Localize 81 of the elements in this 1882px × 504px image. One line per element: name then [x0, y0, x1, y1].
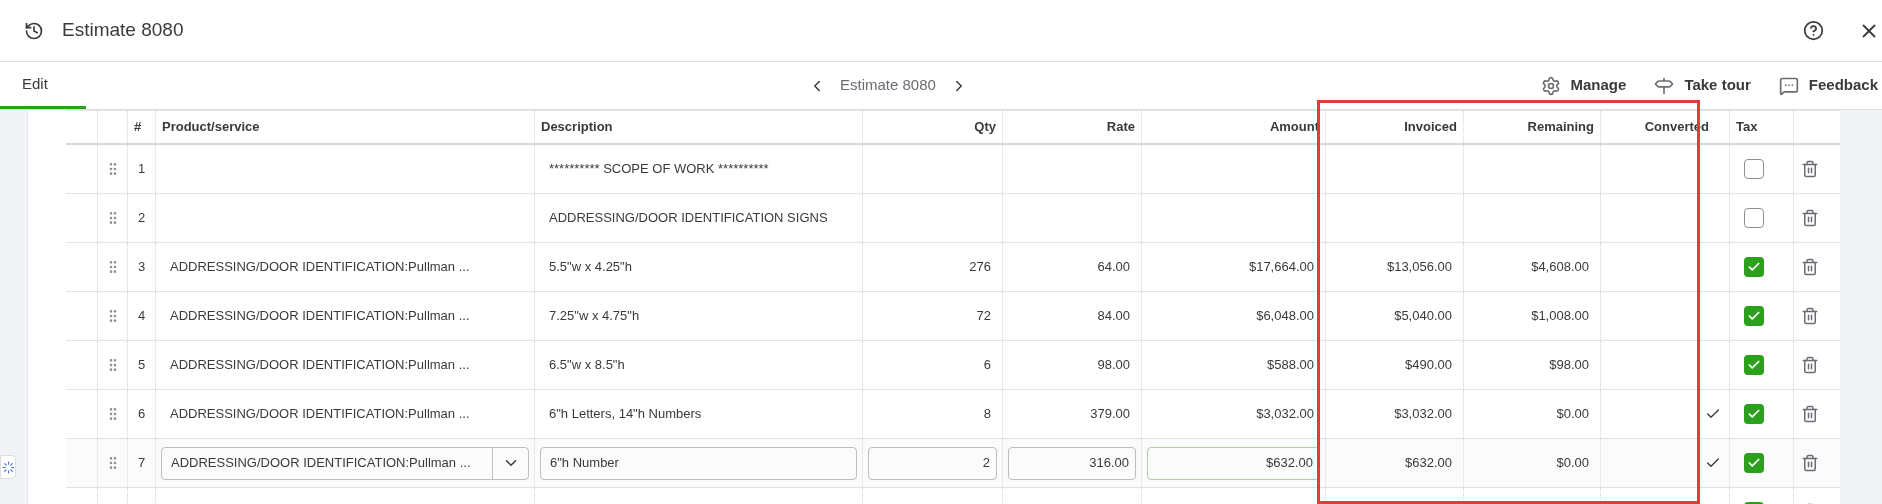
table-cell-text: $0.00 [1556, 454, 1589, 473]
table-cell-text: $6,048.00 [1255, 307, 1315, 326]
column-header: # [134, 118, 142, 137]
checkmark-icon [1747, 456, 1761, 470]
line-number: 6 [137, 405, 146, 424]
tax-checkbox[interactable] [1744, 257, 1764, 277]
table-cell-text: 6 [982, 356, 992, 375]
description-field[interactable]: 6"h Number [540, 446, 857, 480]
table-cell-text: $0.00 [1556, 405, 1589, 424]
line-number: 3 [137, 258, 146, 277]
checkmark-icon [1747, 309, 1761, 323]
table-cell-text: ADDRESSING/DOOR IDENTIFICATION:Pullman ... [169, 307, 471, 326]
estimate-nav-label: Estimate 8080 [840, 75, 936, 96]
table-cell-text: ADDRESSING/DOOR IDENTIFICATION:Pullman ... [169, 356, 471, 375]
delete-icon[interactable] [1801, 356, 1819, 374]
column-header: Description [541, 118, 613, 137]
toolbar-button[interactable]: Take tour [1654, 74, 1751, 97]
table-cell-text: $17,664.00 [1247, 258, 1315, 277]
help-icon[interactable] [1803, 20, 1824, 41]
line-number: 5 [137, 356, 146, 375]
line-number: 2 [137, 209, 146, 228]
qty-field[interactable]: 2 [868, 446, 997, 480]
table-cell-text: $490.00 [1405, 356, 1452, 375]
table-cell-text: $588.00 [1266, 356, 1315, 375]
table-cell-text: $3,032.00 [1255, 405, 1315, 424]
line-number: 4 [137, 307, 146, 326]
table-cell-text: 64.00 [1096, 258, 1131, 277]
table-cell-text: 276 [968, 258, 992, 277]
table-cell-text: ADDRESSING/DOOR IDENTIFICATION SIGNS [548, 209, 829, 228]
signpost-icon [1654, 75, 1675, 96]
window-title: Estimate 8080 [62, 18, 184, 43]
history-icon[interactable] [24, 20, 44, 41]
delete-icon[interactable] [1801, 209, 1819, 227]
burst-icon[interactable] [1, 460, 15, 474]
table-cell-text: 7.25"w x 4.75"h [548, 307, 641, 326]
table-cell-text: $4,608.00 [1531, 258, 1589, 277]
table-cell-text: 379.00 [1089, 405, 1131, 424]
tax-checkbox[interactable] [1744, 208, 1764, 228]
table-cell-text: 98.00 [1096, 356, 1131, 375]
delete-icon[interactable] [1801, 258, 1819, 276]
line-number: 7 [137, 454, 146, 473]
table-cell-text: $1,008.00 [1531, 307, 1589, 326]
toolbar-button[interactable]: Manage [1540, 74, 1627, 97]
checkmark-icon [1747, 358, 1761, 372]
delete-icon[interactable] [1801, 307, 1819, 325]
rate-field[interactable]: 316.00 [1008, 446, 1136, 480]
table-cell-text: $3,032.00 [1394, 405, 1452, 424]
tax-checkbox[interactable] [1744, 306, 1764, 326]
column-header: Product/service [162, 118, 260, 137]
product-select[interactable]: ADDRESSING/DOOR IDENTIFICATION:Pullman ... [161, 446, 529, 480]
table-cell-text: ADDRESSING/DOOR IDENTIFICATION:Pullman ... [169, 258, 471, 277]
delete-icon[interactable] [1801, 454, 1819, 472]
column-header: Qty [974, 118, 996, 137]
table-cell-text: ADDRESSING/DOOR IDENTIFICATION:Pullman ... [169, 405, 471, 424]
table-cell-text: 6"h Letters, 14"h Numbers [548, 405, 703, 424]
tax-checkbox[interactable] [1744, 453, 1764, 473]
table-cell-text: $13,056.00 [1386, 258, 1452, 277]
delete-icon[interactable] [1801, 405, 1819, 423]
column-header: Remaining [1527, 118, 1594, 137]
table-cell-text: 84.00 [1096, 307, 1131, 326]
column-header: Tax [1736, 118, 1758, 137]
checkmark-icon [1747, 260, 1761, 274]
delete-icon[interactable] [1801, 160, 1819, 178]
tax-checkbox[interactable] [1744, 355, 1764, 375]
table-cell-text: 72 [975, 307, 992, 326]
settings-icon [1540, 75, 1561, 96]
chat-bubble-icon [1778, 75, 1799, 96]
table-cell-text: $98.00 [1549, 356, 1589, 375]
checkmark-icon [1747, 407, 1761, 421]
tax-checkbox[interactable] [1744, 159, 1764, 179]
toolbar-button[interactable]: Feedback [1778, 74, 1878, 97]
table-cell-text: ********** SCOPE OF WORK ********** [548, 160, 770, 179]
column-header: Rate [1106, 118, 1135, 137]
table-cell-text: $5,040.00 [1394, 307, 1452, 326]
table-cell-text: 5.5"w x 4.25"h [548, 258, 633, 277]
tax-checkbox[interactable] [1744, 404, 1764, 424]
table-cell-text: $632.00 [1405, 454, 1452, 473]
table-cell-text: 8 [982, 405, 992, 424]
column-header: Invoiced [1404, 118, 1457, 137]
table-cell-text: 6.5"w x 8.5"h [548, 356, 626, 375]
line-number: 1 [137, 160, 146, 179]
